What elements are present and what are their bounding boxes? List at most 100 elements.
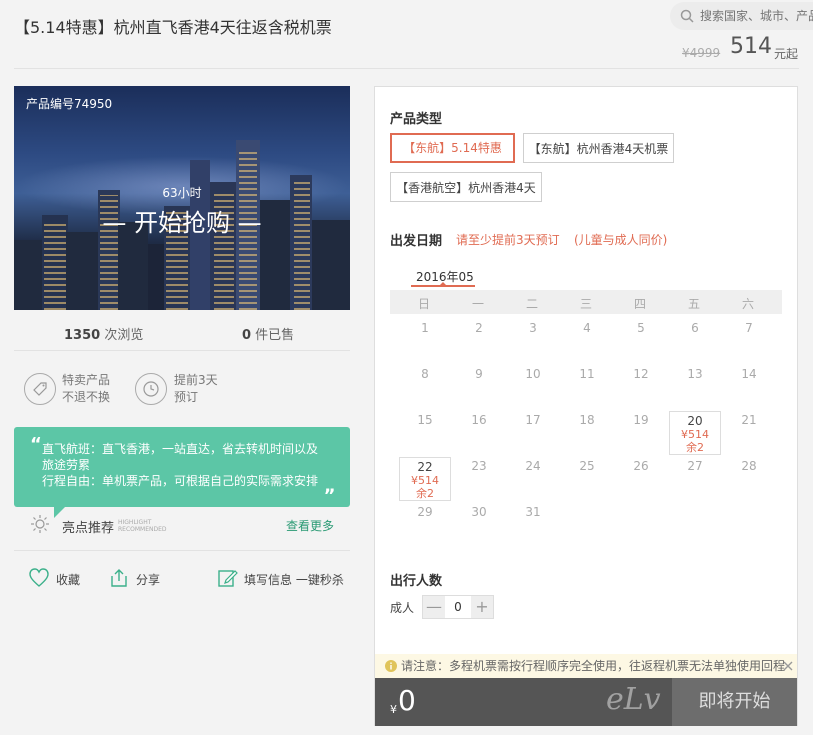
calendar-day: 30 [471, 505, 487, 519]
calendar-day: 1 [421, 321, 429, 335]
calendar-day: 28 [741, 459, 757, 473]
available-day-stock: 余2 [416, 487, 434, 500]
calendar-day: 16 [471, 413, 487, 427]
weekday: 一 [471, 297, 484, 311]
calendar-day: 21 [741, 413, 757, 427]
weekday: 三 [579, 297, 592, 311]
search-input[interactable] [700, 2, 813, 30]
calendar-day: 19 [633, 413, 649, 427]
calendar-day: 27 [687, 459, 703, 473]
calendar-day: 12 [633, 367, 649, 381]
calendar-day: 31 [525, 505, 541, 519]
search-box[interactable] [670, 2, 813, 30]
watermark-logo: eLv [606, 682, 661, 717]
view-count-number: 1350 [64, 328, 101, 343]
weekday: 六 [741, 297, 754, 311]
fill-info-button[interactable]: 填写信息 一键秒杀 [244, 571, 344, 588]
adult-stepper: — 0 + [422, 595, 494, 619]
calendar-day: 3 [529, 321, 537, 335]
calendar-day: 4 [583, 321, 591, 335]
feature-special: 特卖产品 不退不换 [62, 372, 110, 406]
edit-icon[interactable] [216, 567, 238, 589]
product-option[interactable]: 【东航】杭州香港4天机票 [523, 133, 674, 163]
product-option-selected[interactable]: 【东航】5.14特惠 [390, 133, 515, 163]
calendar-day: 7 [745, 321, 753, 335]
minus-button[interactable]: — [423, 596, 445, 618]
calendar-day: 10 [525, 367, 541, 381]
weekday: 二 [525, 297, 538, 311]
feature-special-line2: 不退不换 [62, 390, 111, 404]
calendar-day: 2 [475, 321, 483, 335]
calendar-day: 6 [691, 321, 699, 335]
product-option[interactable]: 【香港航空】杭州香港4天 [390, 172, 542, 202]
sold-count-label: 件已售 [251, 328, 295, 343]
page-title: 【5.14特惠】杭州直飞香港4天往返含税机票 [14, 18, 332, 37]
product-number: 产品编号74950 [26, 97, 113, 111]
weekday: 四 [633, 297, 646, 311]
adult-label: 成人 [390, 601, 415, 615]
heart-icon[interactable] [28, 567, 50, 589]
plus-button[interactable]: + [471, 596, 493, 618]
highlight-label-en-2: RECOMMENDED [118, 526, 167, 533]
adult-count[interactable]: 0 [445, 596, 471, 618]
view-count-label: 次浏览 [100, 328, 144, 343]
share-button[interactable]: 分享 [136, 571, 160, 588]
price-unit: 元起 [774, 47, 799, 61]
calendar-day: 9 [475, 367, 483, 381]
caret-up-icon [439, 282, 447, 286]
date-note-advance: 请至少提前3天预订 [456, 233, 560, 247]
weekday: 日 [417, 297, 430, 311]
stats-divider [14, 350, 350, 351]
feature-advance-line2: 预订 [174, 390, 199, 404]
close-icon[interactable] [782, 660, 794, 672]
calendar-day: 23 [471, 459, 487, 473]
departure-date-title: 出发日期 [390, 234, 443, 249]
feature-special-line1: 特卖产品 [62, 373, 111, 387]
header-divider [14, 68, 799, 69]
weekday: 五 [687, 297, 700, 311]
quote-open-icon: “ [30, 434, 42, 455]
calendar-day: 17 [525, 413, 541, 427]
see-more-link[interactable]: 查看更多 [286, 517, 334, 534]
sold-count: 0 件已售 [242, 324, 294, 343]
feature-advance: 提前3天 预订 [174, 372, 218, 406]
highlight-label-en-1: HIGHLIGHT [118, 519, 152, 526]
tag-icon [24, 373, 56, 405]
available-day-price: ¥514 [411, 474, 439, 487]
submit-button[interactable]: 即将开始 [672, 678, 797, 726]
sun-icon [31, 515, 49, 533]
available-day-price: ¥514 [681, 428, 709, 441]
search-icon [680, 9, 694, 23]
calendar-day: 13 [687, 367, 703, 381]
highlight-line: 旅途劳累 [42, 458, 91, 472]
share-icon[interactable] [108, 567, 130, 589]
notice-bar: 请注意：多程机票需按行程顺序完全使用，往返程机票无法单独使用回程 [375, 654, 797, 678]
calendar-day: 15 [417, 413, 433, 427]
calendar-day: 18 [579, 413, 595, 427]
calendar-day-available[interactable]: 22 ¥514 余2 [399, 457, 451, 501]
favorite-button[interactable]: 收藏 [56, 571, 80, 588]
calendar-day-available[interactable]: 20 ¥514 余2 [669, 411, 721, 455]
date-note-child: (儿童与成人同价) [574, 233, 668, 247]
product-type-title: 产品类型 [390, 112, 443, 127]
total-price: 0 [398, 684, 416, 717]
travelers-title: 出行人数 [390, 574, 443, 589]
calendar-day: 11 [579, 367, 595, 381]
calendar-day: 8 [421, 367, 429, 381]
highlight-label-en: HIGHLIGHT RECOMMENDED [118, 519, 167, 533]
highlight-divider [14, 550, 350, 551]
calendar-day: 24 [525, 459, 541, 473]
calendar-day: 26 [633, 459, 649, 473]
highlight-label: 亮点推荐 [62, 521, 115, 536]
calendar-day: 25 [579, 459, 595, 473]
available-day-number: 22 [417, 460, 433, 474]
current-price: 514 [730, 34, 772, 59]
sold-count-number: 0 [242, 328, 252, 343]
view-count: 1350 次浏览 [64, 324, 143, 343]
calendar-day: 14 [741, 367, 757, 381]
highlight-text: 直飞航班：直飞香港，一站直达，省去转机时间以及 旅途劳累 行程自由：单机票产品，… [42, 441, 332, 489]
notice-text: 请注意：多程机票需按行程顺序完全使用，往返程机票无法单独使用回程 [401, 659, 786, 673]
original-price: ¥4999 [682, 46, 721, 60]
clock-icon [135, 373, 167, 405]
available-day-number: 20 [687, 414, 703, 428]
